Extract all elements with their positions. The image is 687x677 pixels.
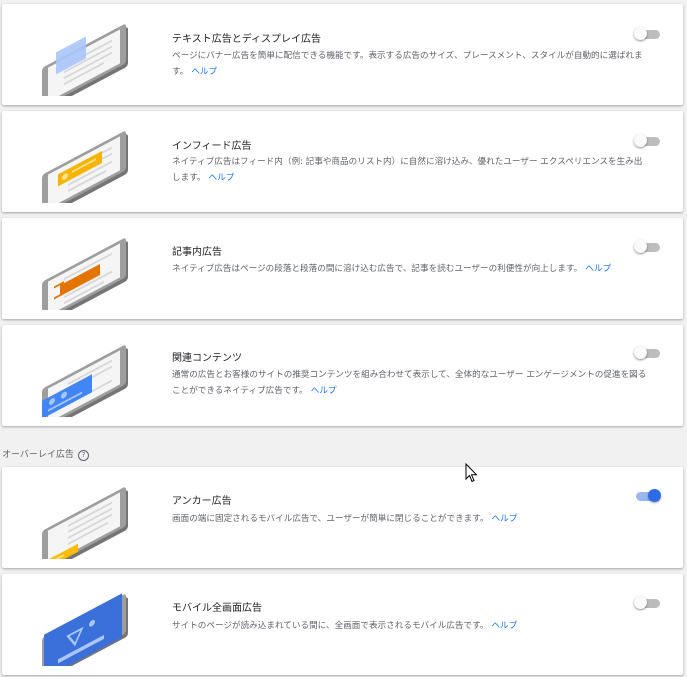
matched-content-illustration xyxy=(38,337,138,431)
help-link[interactable]: ヘルプ xyxy=(585,264,611,274)
card-title: 記事内広告 xyxy=(172,247,222,258)
card-description-line: サイトのページが読み込まれている間に、全画面で表示されるモバイル広告です。 xyxy=(172,621,489,631)
help-link[interactable]: ヘルプ xyxy=(209,173,235,183)
ad-format-card-text-display: テキスト広告とディスプレイ広告 ページにバナー広告を簡単に配信できる機能です。表… xyxy=(2,4,683,110)
toggle-switch[interactable] xyxy=(634,133,662,149)
toggle-switch[interactable] xyxy=(634,488,662,504)
ad-format-card-matched-content: 関連コンテンツ 通常の広告とお客様のサイトの推奨コンテンツを組み合わせて表示して… xyxy=(2,325,683,431)
help-link[interactable]: ヘルプ xyxy=(191,67,217,77)
text-display-ad-illustration xyxy=(38,16,138,110)
card-description-line: します。 xyxy=(172,173,206,183)
help-link[interactable]: ヘルプ xyxy=(311,386,337,396)
card-description: ページにバナー広告を簡単に配信できる機能です。表示する広告のサイズ、プレースメン… xyxy=(172,48,662,80)
card-title: アンカー広告 xyxy=(172,496,232,507)
ad-format-card-anchor: アンカー広告 画面の端に固定されるモバイル広告で、ユーザーが簡単に閉じることがで… xyxy=(2,467,683,573)
toggle-switch[interactable] xyxy=(634,239,662,255)
toggle-thumb xyxy=(634,134,647,147)
card-description: ネイティブ広告はページの段落と段落の間に溶け込む広告で、記事を読むユーザーの利便… xyxy=(172,261,662,277)
anchor-ad-illustration xyxy=(38,479,138,573)
card-title: モバイル全画面広告 xyxy=(172,603,262,614)
card-description-line: ことができるネイティブ広告です。 xyxy=(172,386,308,396)
ad-format-card-in-feed: インフィード広告 ネイティブ広告はフィード内（例: 記事や商品のリスト内）に自然… xyxy=(2,111,683,217)
card-description: サイトのページが読み込まれている間に、全画面で表示されるモバイル広告です。 ヘルプ xyxy=(172,618,662,634)
card-description-line: ページにバナー広告を簡単に配信できる機能です。表示する広告のサイズ、プレースメン… xyxy=(172,51,643,61)
toggle-switch[interactable] xyxy=(634,26,662,42)
card-description: 通常の広告とお客様のサイトの推奨コンテンツを組み合わせて表示して、全体的なユーザ… xyxy=(172,367,662,399)
vignette-ad-illustration xyxy=(38,586,138,677)
toggle-switch[interactable] xyxy=(634,595,662,611)
card-description-line: ネイティブ広告はフィード内（例: 記事や商品のリスト内）に自然に溶け込み、優れた… xyxy=(172,157,643,167)
card-description-line: 通常の広告とお客様のサイトの推奨コンテンツを組み合わせて表示して、全体的なユーザ… xyxy=(172,370,647,380)
card-description-line: す。 xyxy=(172,67,189,77)
card-description-line: ネイティブ広告はページの段落と段落の間に溶け込む広告で、記事を読むユーザーの利便… xyxy=(172,264,583,274)
help-link[interactable]: ヘルプ xyxy=(491,621,517,631)
toggle-thumb xyxy=(634,346,647,359)
mouse-cursor-icon xyxy=(465,462,478,487)
card-description-line: 画面の端に固定されるモバイル広告で、ユーザーが簡単に閉じることができます。 xyxy=(172,514,489,524)
in-feed-ad-illustration xyxy=(38,123,138,217)
toggle-switch[interactable] xyxy=(634,345,662,361)
ad-format-card-in-article: 記事内広告 ネイティブ広告はページの段落と段落の間に溶け込む広告で、記事を読むユ… xyxy=(2,218,683,324)
card-title: テキスト広告とディスプレイ広告 xyxy=(172,34,321,45)
in-article-ad-illustration xyxy=(38,230,138,324)
section-heading-overlay-ads: オーバーレイ広告? xyxy=(2,447,89,461)
card-description: 画面の端に固定されるモバイル広告で、ユーザーが簡単に閉じることができます。 ヘルプ xyxy=(172,511,662,527)
help-link[interactable]: ヘルプ xyxy=(492,514,518,524)
toggle-thumb xyxy=(634,596,647,609)
card-description: ネイティブ広告はフィード内（例: 記事や商品のリスト内）に自然に溶け込み、優れた… xyxy=(172,154,662,186)
card-title: 関連コンテンツ xyxy=(172,353,242,364)
toggle-thumb xyxy=(634,27,647,40)
toggle-thumb xyxy=(648,489,661,502)
card-title: インフィード広告 xyxy=(172,141,252,152)
toggle-thumb xyxy=(634,240,647,253)
ad-format-card-vignette: モバイル全画面広告 サイトのページが読み込まれている間に、全画面で表示されるモバ… xyxy=(2,574,683,677)
help-circle-icon[interactable]: ? xyxy=(77,450,89,461)
section-heading-label: オーバーレイ広告 xyxy=(2,450,74,460)
